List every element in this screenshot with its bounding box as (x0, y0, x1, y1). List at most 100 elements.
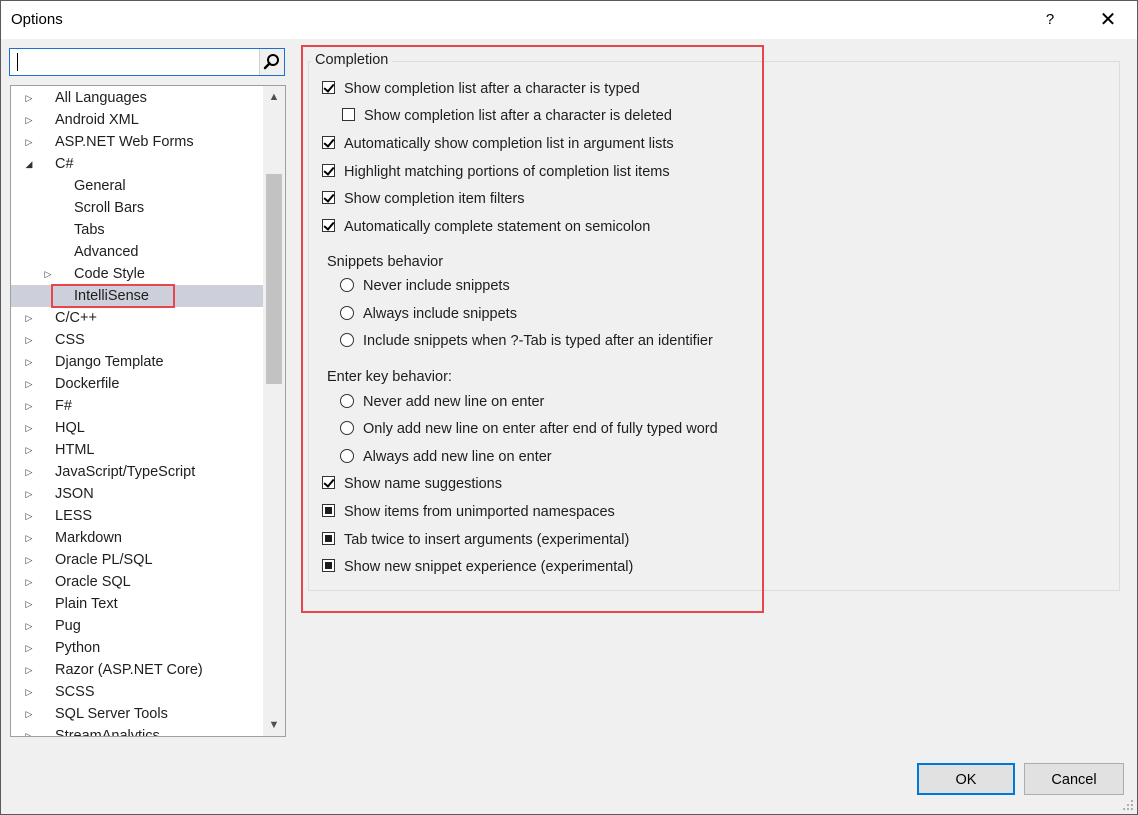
search-box[interactable] (9, 48, 285, 76)
tree-scrollbar[interactable]: ▲ ▼ (263, 86, 285, 736)
tree-item-label: SCSS (55, 684, 95, 700)
tree-item[interactable]: ▷ Markdown (11, 527, 263, 549)
tree-item[interactable]: Scroll Bars (11, 197, 263, 219)
collapsed-arrow-icon[interactable]: ▷ (23, 329, 35, 351)
tree-item[interactable]: ▷ HQL (11, 417, 263, 439)
tree-item-label: ASP.NET Web Forms (55, 134, 194, 150)
tree-item[interactable]: ▷ C/C++ (11, 307, 263, 329)
expanded-arrow-icon[interactable]: ◢ (23, 153, 35, 175)
options-tree[interactable]: ▷ All Languages ▷ Android XML ▷ ASP.NET Web F… (10, 85, 286, 737)
search-icon (263, 54, 279, 70)
tree-item-label: Scroll Bars (74, 200, 145, 216)
collapsed-arrow-icon[interactable]: ▷ (23, 131, 35, 153)
text-caret (17, 53, 18, 71)
tree-item-label: Django Template (55, 354, 164, 370)
collapsed-arrow-icon[interactable]: ▷ (23, 549, 35, 571)
tree-item-label: F# (55, 398, 72, 414)
scroll-up-icon[interactable]: ▲ (263, 86, 285, 108)
collapsed-arrow-icon[interactable]: ▷ (23, 461, 35, 483)
collapsed-arrow-icon[interactable]: ▷ (23, 307, 35, 329)
collapsed-arrow-icon[interactable]: ▷ (23, 703, 35, 725)
dialog-title: Options (11, 11, 63, 28)
tree-item-label: Oracle SQL (55, 574, 131, 590)
scroll-thumb[interactable] (266, 174, 282, 384)
search-button[interactable] (259, 49, 284, 75)
tree-item-label: Razor (ASP.NET Core) (55, 662, 203, 678)
tree-item-label: General (74, 178, 126, 194)
title-bar: Options ? ✕ (1, 1, 1137, 39)
collapsed-arrow-icon[interactable]: ▷ (23, 373, 35, 395)
selection-highlight-frame (51, 284, 175, 308)
tree-item[interactable]: ▷ SCSS (11, 681, 263, 703)
collapsed-arrow-icon[interactable]: ▷ (23, 681, 35, 703)
tree-item-label: All Languages (55, 90, 147, 106)
tree-item-label: SQL Server Tools (55, 706, 168, 722)
collapsed-arrow-icon[interactable]: ▷ (23, 87, 35, 109)
tree-item[interactable]: ▷ F# (11, 395, 263, 417)
tree-item[interactable]: ▷ Code Style (11, 263, 263, 285)
tree-item-label: Advanced (74, 244, 139, 260)
tree-item[interactable]: ▷ Dockerfile (11, 373, 263, 395)
close-button[interactable]: ✕ (1093, 5, 1123, 35)
tree-item-label: Python (55, 640, 101, 656)
tree-item-label: HQL (55, 420, 85, 436)
collapsed-arrow-icon[interactable]: ▷ (23, 483, 35, 505)
help-button[interactable]: ? (1035, 5, 1065, 35)
collapsed-arrow-icon[interactable]: ▷ (23, 615, 35, 637)
tree-item[interactable]: ▷ CSS (11, 329, 263, 351)
ok-button[interactable]: OK (917, 763, 1015, 795)
tree-item[interactable]: ▷ ASP.NET Web Forms (11, 131, 263, 153)
tree-item-label: Android XML (55, 112, 139, 128)
collapsed-arrow-icon[interactable]: ▷ (23, 505, 35, 527)
collapsed-arrow-icon[interactable]: ▷ (23, 109, 35, 131)
collapsed-arrow-icon[interactable]: ▷ (23, 637, 35, 659)
collapsed-arrow-icon[interactable]: ▷ (23, 395, 35, 417)
tree-item-label: Code Style (74, 266, 145, 282)
tree-item[interactable]: ▷ SQL Server Tools (11, 703, 263, 725)
collapsed-arrow-icon[interactable]: ▷ (23, 417, 35, 439)
tree-item[interactable]: ▷ Plain Text (11, 593, 263, 615)
tree-item-label: LESS (55, 508, 93, 524)
tree-item[interactable]: Advanced (11, 241, 263, 263)
tree-item[interactable]: ▷ HTML (11, 439, 263, 461)
tree-item[interactable]: ▷ Oracle SQL (11, 571, 263, 593)
tree-item[interactable]: General (11, 175, 263, 197)
collapsed-arrow-icon[interactable]: ▷ (23, 439, 35, 461)
tree-item-label: C/C++ (55, 310, 97, 326)
tree-item[interactable]: Tabs (11, 219, 263, 241)
tree-item-label: HTML (55, 442, 95, 458)
collapsed-arrow-icon[interactable]: ▷ (23, 571, 35, 593)
scroll-down-icon[interactable]: ▼ (263, 714, 285, 736)
tree-item-label: Pug (55, 618, 81, 634)
tree-item[interactable]: ▷ StreamAnalytics (11, 725, 263, 737)
search-input[interactable] (12, 51, 266, 73)
collapsed-arrow-icon[interactable]: ▷ (23, 659, 35, 681)
tree-item-label: Plain Text (55, 596, 118, 612)
tree-item[interactable]: ▷ LESS (11, 505, 263, 527)
tree-item-label: JavaScript/TypeScript (55, 464, 196, 480)
tree-item[interactable]: ▷ JavaScript/TypeScript (11, 461, 263, 483)
collapsed-arrow-icon[interactable]: ▷ (23, 725, 35, 736)
tree-item-label: Tabs (74, 222, 105, 238)
tree-item[interactable]: ▷ Django Template (11, 351, 263, 373)
tree-item[interactable]: ▷ All Languages (11, 87, 263, 109)
resize-grip-icon[interactable] (1122, 799, 1134, 811)
tree-item-label: JSON (55, 486, 94, 502)
tree-item[interactable]: ▷ Pug (11, 615, 263, 637)
collapsed-arrow-icon[interactable]: ▷ (23, 351, 35, 373)
tree-item-label: Dockerfile (55, 376, 120, 392)
tree-item-label: CSS (55, 332, 85, 348)
tree-item[interactable]: ◢ C# (11, 153, 263, 175)
highlight-frame (301, 45, 764, 613)
collapsed-arrow-icon[interactable]: ▷ (42, 263, 54, 285)
collapsed-arrow-icon[interactable]: ▷ (23, 593, 35, 615)
options-dialog: Options ? ✕ ▷ All Languages ▷ Android XML ▷ A… (0, 0, 1138, 815)
cancel-button[interactable]: Cancel (1024, 763, 1124, 795)
collapsed-arrow-icon[interactable]: ▷ (23, 527, 35, 549)
tree-item[interactable]: ▷ JSON (11, 483, 263, 505)
tree-item-label: StreamAnalytics (55, 728, 160, 737)
tree-item[interactable]: ▷ Android XML (11, 109, 263, 131)
tree-item[interactable]: ▷ Oracle PL/SQL (11, 549, 263, 571)
tree-item[interactable]: ▷ Razor (ASP.NET Core) (11, 659, 263, 681)
tree-item[interactable]: ▷ Python (11, 637, 263, 659)
